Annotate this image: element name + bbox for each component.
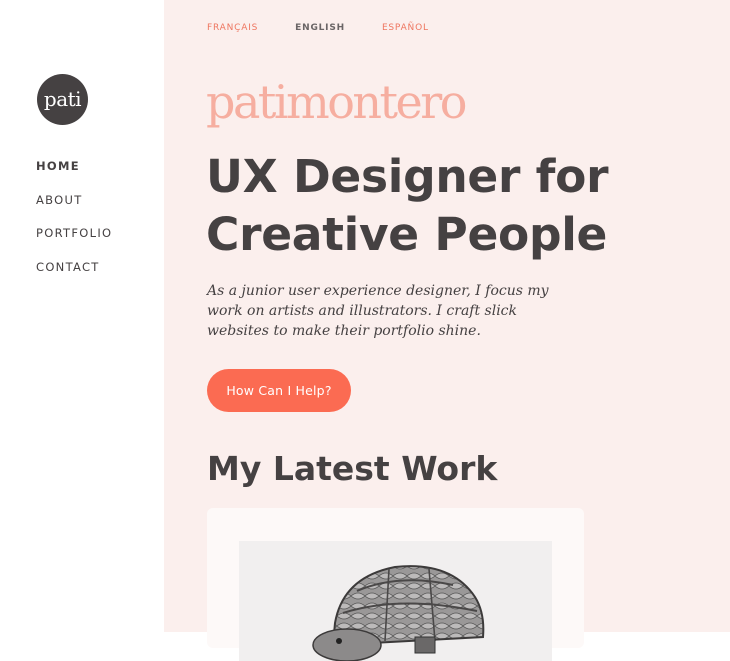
hero-headline: UX Designer for Creative People [206,148,626,264]
nav-item-portfolio[interactable]: PORTFOLIO [36,224,112,258]
tortoise-illustration [239,541,552,661]
logo-text: pati [43,86,82,111]
hero-headline-line-1: UX Designer for [206,150,609,203]
hero-intro: As a junior user experience designer, I … [207,283,549,339]
nav-item-contact[interactable]: CONTACT [36,258,112,292]
language-english-link[interactable]: ENGLISH [295,23,345,33]
language-french-link[interactable]: FRANÇAIS [207,23,258,33]
language-switcher: FRANÇAIS ENGLISH ESPAÑOL [207,23,429,33]
nav-item-about[interactable]: ABOUT [36,191,112,225]
latest-work-heading: My Latest Work [207,449,498,488]
main-content: FRANÇAIS ENGLISH ESPAÑOL patimontero UX … [164,0,730,661]
portfolio-card[interactable] [207,508,584,661]
nav-item-home[interactable]: HOME [36,157,112,191]
main-nav: HOME ABOUT PORTFOLIO CONTACT [36,157,112,291]
logo[interactable]: pati [37,74,88,125]
hero-headline-line-2: Creative People [206,208,608,261]
language-spanish-link[interactable]: ESPAÑOL [382,23,429,33]
tortoise-drawing [312,565,485,661]
sidebar: pati HOME ABOUT PORTFOLIO CONTACT [0,0,164,632]
how-can-i-help-button[interactable]: How Can I Help? [207,369,351,412]
brand-wordmark: patimontero [206,75,467,129]
